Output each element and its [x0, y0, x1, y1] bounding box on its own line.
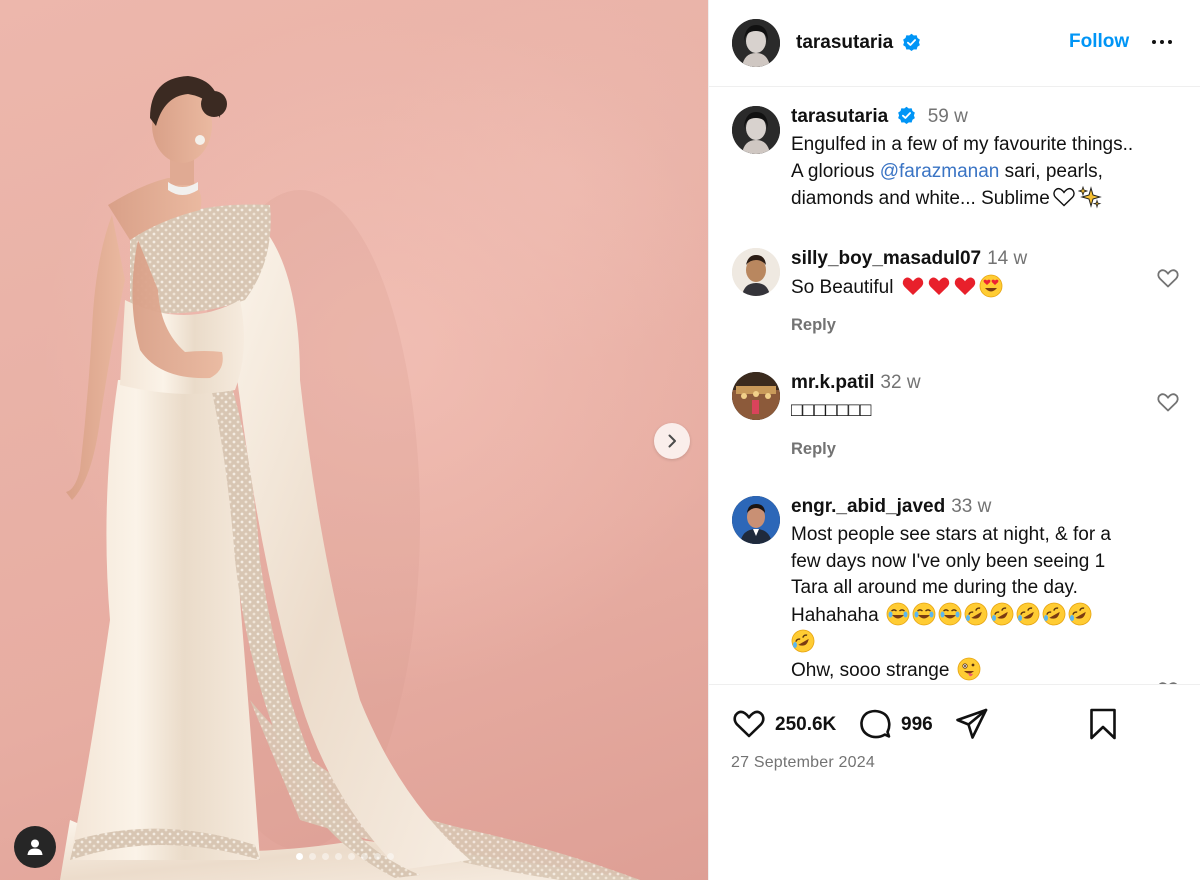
- carousel-dot: [348, 853, 355, 860]
- avatar[interactable]: [732, 372, 780, 420]
- red-heart-icon: [928, 277, 949, 295]
- comment-line-text: Hahahaha: [791, 604, 879, 626]
- post-date[interactable]: 27 September 2024: [731, 754, 875, 772]
- carousel-dot: [374, 853, 381, 860]
- more-options-button[interactable]: [1147, 30, 1177, 54]
- joy-icon: [886, 602, 910, 625]
- mention-link[interactable]: @farazmanan: [880, 161, 1000, 182]
- comment-text: □□□□□□□: [791, 398, 1159, 425]
- caption-line: diamonds and white... Sublime: [791, 185, 1159, 213]
- avatar[interactable]: [732, 248, 780, 296]
- carousel-dot: [361, 853, 368, 860]
- comment-time[interactable]: 14 w: [987, 248, 1027, 269]
- comment-line: Most people see stars at night, & for a: [791, 524, 1112, 545]
- comment-header: mr.k.patil 32 w: [791, 372, 921, 394]
- comment-header: silly_boy_masadul07 14 w: [791, 248, 1027, 270]
- reply-button[interactable]: Reply: [791, 316, 836, 335]
- profile-picture: [732, 496, 780, 544]
- likes-count[interactable]: 250.6K: [775, 714, 836, 736]
- caption-line-prefix: A glorious: [791, 160, 880, 182]
- comment-time[interactable]: 32 w: [880, 372, 920, 393]
- joy-icon: [938, 602, 962, 625]
- more-icon-dot: [1160, 40, 1164, 44]
- carousel-dot: [335, 853, 342, 860]
- rofl-icon: [990, 602, 1014, 625]
- rofl-icon: [1042, 602, 1066, 625]
- carousel-indicator: [296, 853, 394, 860]
- like-comment-heart-icon[interactable]: [1156, 266, 1180, 290]
- avatar[interactable]: [732, 496, 780, 544]
- comment-line-text: Ohw, sooo strange: [791, 659, 950, 681]
- carousel-dot: [387, 853, 394, 860]
- comment-line: Hahahaha: [791, 602, 1159, 630]
- person-icon: [27, 839, 43, 855]
- zany-face-icon: [957, 657, 981, 680]
- profile-picture: [732, 248, 780, 296]
- post-photo[interactable]: [0, 0, 708, 880]
- rofl-icon: [1016, 602, 1040, 625]
- rofl-icon: [964, 602, 988, 625]
- caption-header: tarasutaria 59 w: [791, 106, 968, 128]
- white-heart-icon: [1053, 187, 1075, 207]
- avatar[interactable]: [732, 19, 780, 67]
- next-slide-button[interactable]: [654, 423, 690, 459]
- chevron-right-icon: [668, 434, 676, 448]
- caption-username[interactable]: tarasutaria: [791, 106, 888, 127]
- comment-line: Ohw, sooo strange: [791, 657, 1159, 685]
- caption-line-text: diamonds and white... Sublime: [791, 188, 1050, 209]
- comments-count[interactable]: 996: [901, 714, 933, 736]
- sparkles-icon: [1077, 185, 1102, 209]
- rofl-icon: [791, 629, 815, 653]
- caption-line: A glorious @farazmanan sari, pearls,: [791, 159, 1159, 186]
- comment-line-text: So Beautiful: [791, 277, 894, 298]
- rofl-icon: [1068, 602, 1092, 625]
- joy-icon: [912, 602, 936, 625]
- profile-picture: [732, 19, 780, 67]
- comment-text: Most people see stars at night, & for a …: [791, 522, 1159, 684]
- comment-line: So Beautiful: [791, 274, 1159, 302]
- post-actions: 250.6K 996 27 September 2024: [709, 684, 1200, 880]
- avatar[interactable]: [732, 106, 780, 154]
- caption-text: Engulfed in a few of my favourite things…: [791, 132, 1159, 213]
- more-icon-dot: [1168, 40, 1172, 44]
- comment-line: Tara all around me during the day.: [791, 577, 1078, 598]
- carousel-dot: [296, 853, 303, 860]
- comments-list[interactable]: tarasutaria 59 w Engulfed in a few of my…: [709, 88, 1200, 684]
- reply-button[interactable]: Reply: [791, 440, 836, 459]
- carousel-dot: [309, 853, 316, 860]
- verified-badge-icon: [898, 106, 916, 125]
- caption-time[interactable]: 59 w: [928, 106, 968, 127]
- tagged-users-button[interactable]: [14, 826, 56, 868]
- caption-line-suffix: sari, pearls,: [1004, 160, 1103, 182]
- profile-picture: [732, 106, 780, 154]
- verified-badge-icon: [903, 33, 920, 52]
- heart-eyes-icon: [979, 274, 1003, 298]
- follow-button[interactable]: Follow: [1069, 31, 1129, 53]
- comment-line: □□□□□□□: [791, 400, 872, 421]
- saree-photo-illustration: [60, 76, 640, 880]
- heart-icon[interactable]: [731, 706, 767, 742]
- red-heart-icon: [902, 277, 923, 295]
- carousel-dot: [322, 853, 329, 860]
- more-icon: [1152, 40, 1156, 44]
- comment-line: [791, 629, 1159, 657]
- profile-picture: [732, 372, 780, 420]
- comment-username[interactable]: mr.k.patil: [791, 372, 874, 393]
- post-sidebar: tarasutaria Follow tarasutaria 59 w Engu…: [708, 0, 1200, 880]
- comment-username[interactable]: silly_boy_masadul07: [791, 248, 981, 269]
- comment-icon[interactable]: [857, 706, 893, 742]
- comment-time[interactable]: 33 w: [951, 496, 991, 517]
- comment-line: few days now I've only been seeing 1: [791, 550, 1106, 572]
- author-username[interactable]: tarasutaria: [796, 32, 893, 54]
- comment-header: engr._abid_javed 33 w: [791, 496, 991, 518]
- caption-line: Engulfed in a few of my favourite things…: [791, 134, 1134, 155]
- red-heart-icon: [954, 277, 975, 295]
- bookmark-icon[interactable]: [1085, 706, 1121, 742]
- share-icon[interactable]: [954, 706, 990, 742]
- post-header: tarasutaria Follow: [709, 0, 1200, 87]
- like-comment-heart-icon[interactable]: [1156, 390, 1180, 414]
- comment-text: So Beautiful: [791, 274, 1159, 302]
- comment-username[interactable]: engr._abid_javed: [791, 496, 945, 517]
